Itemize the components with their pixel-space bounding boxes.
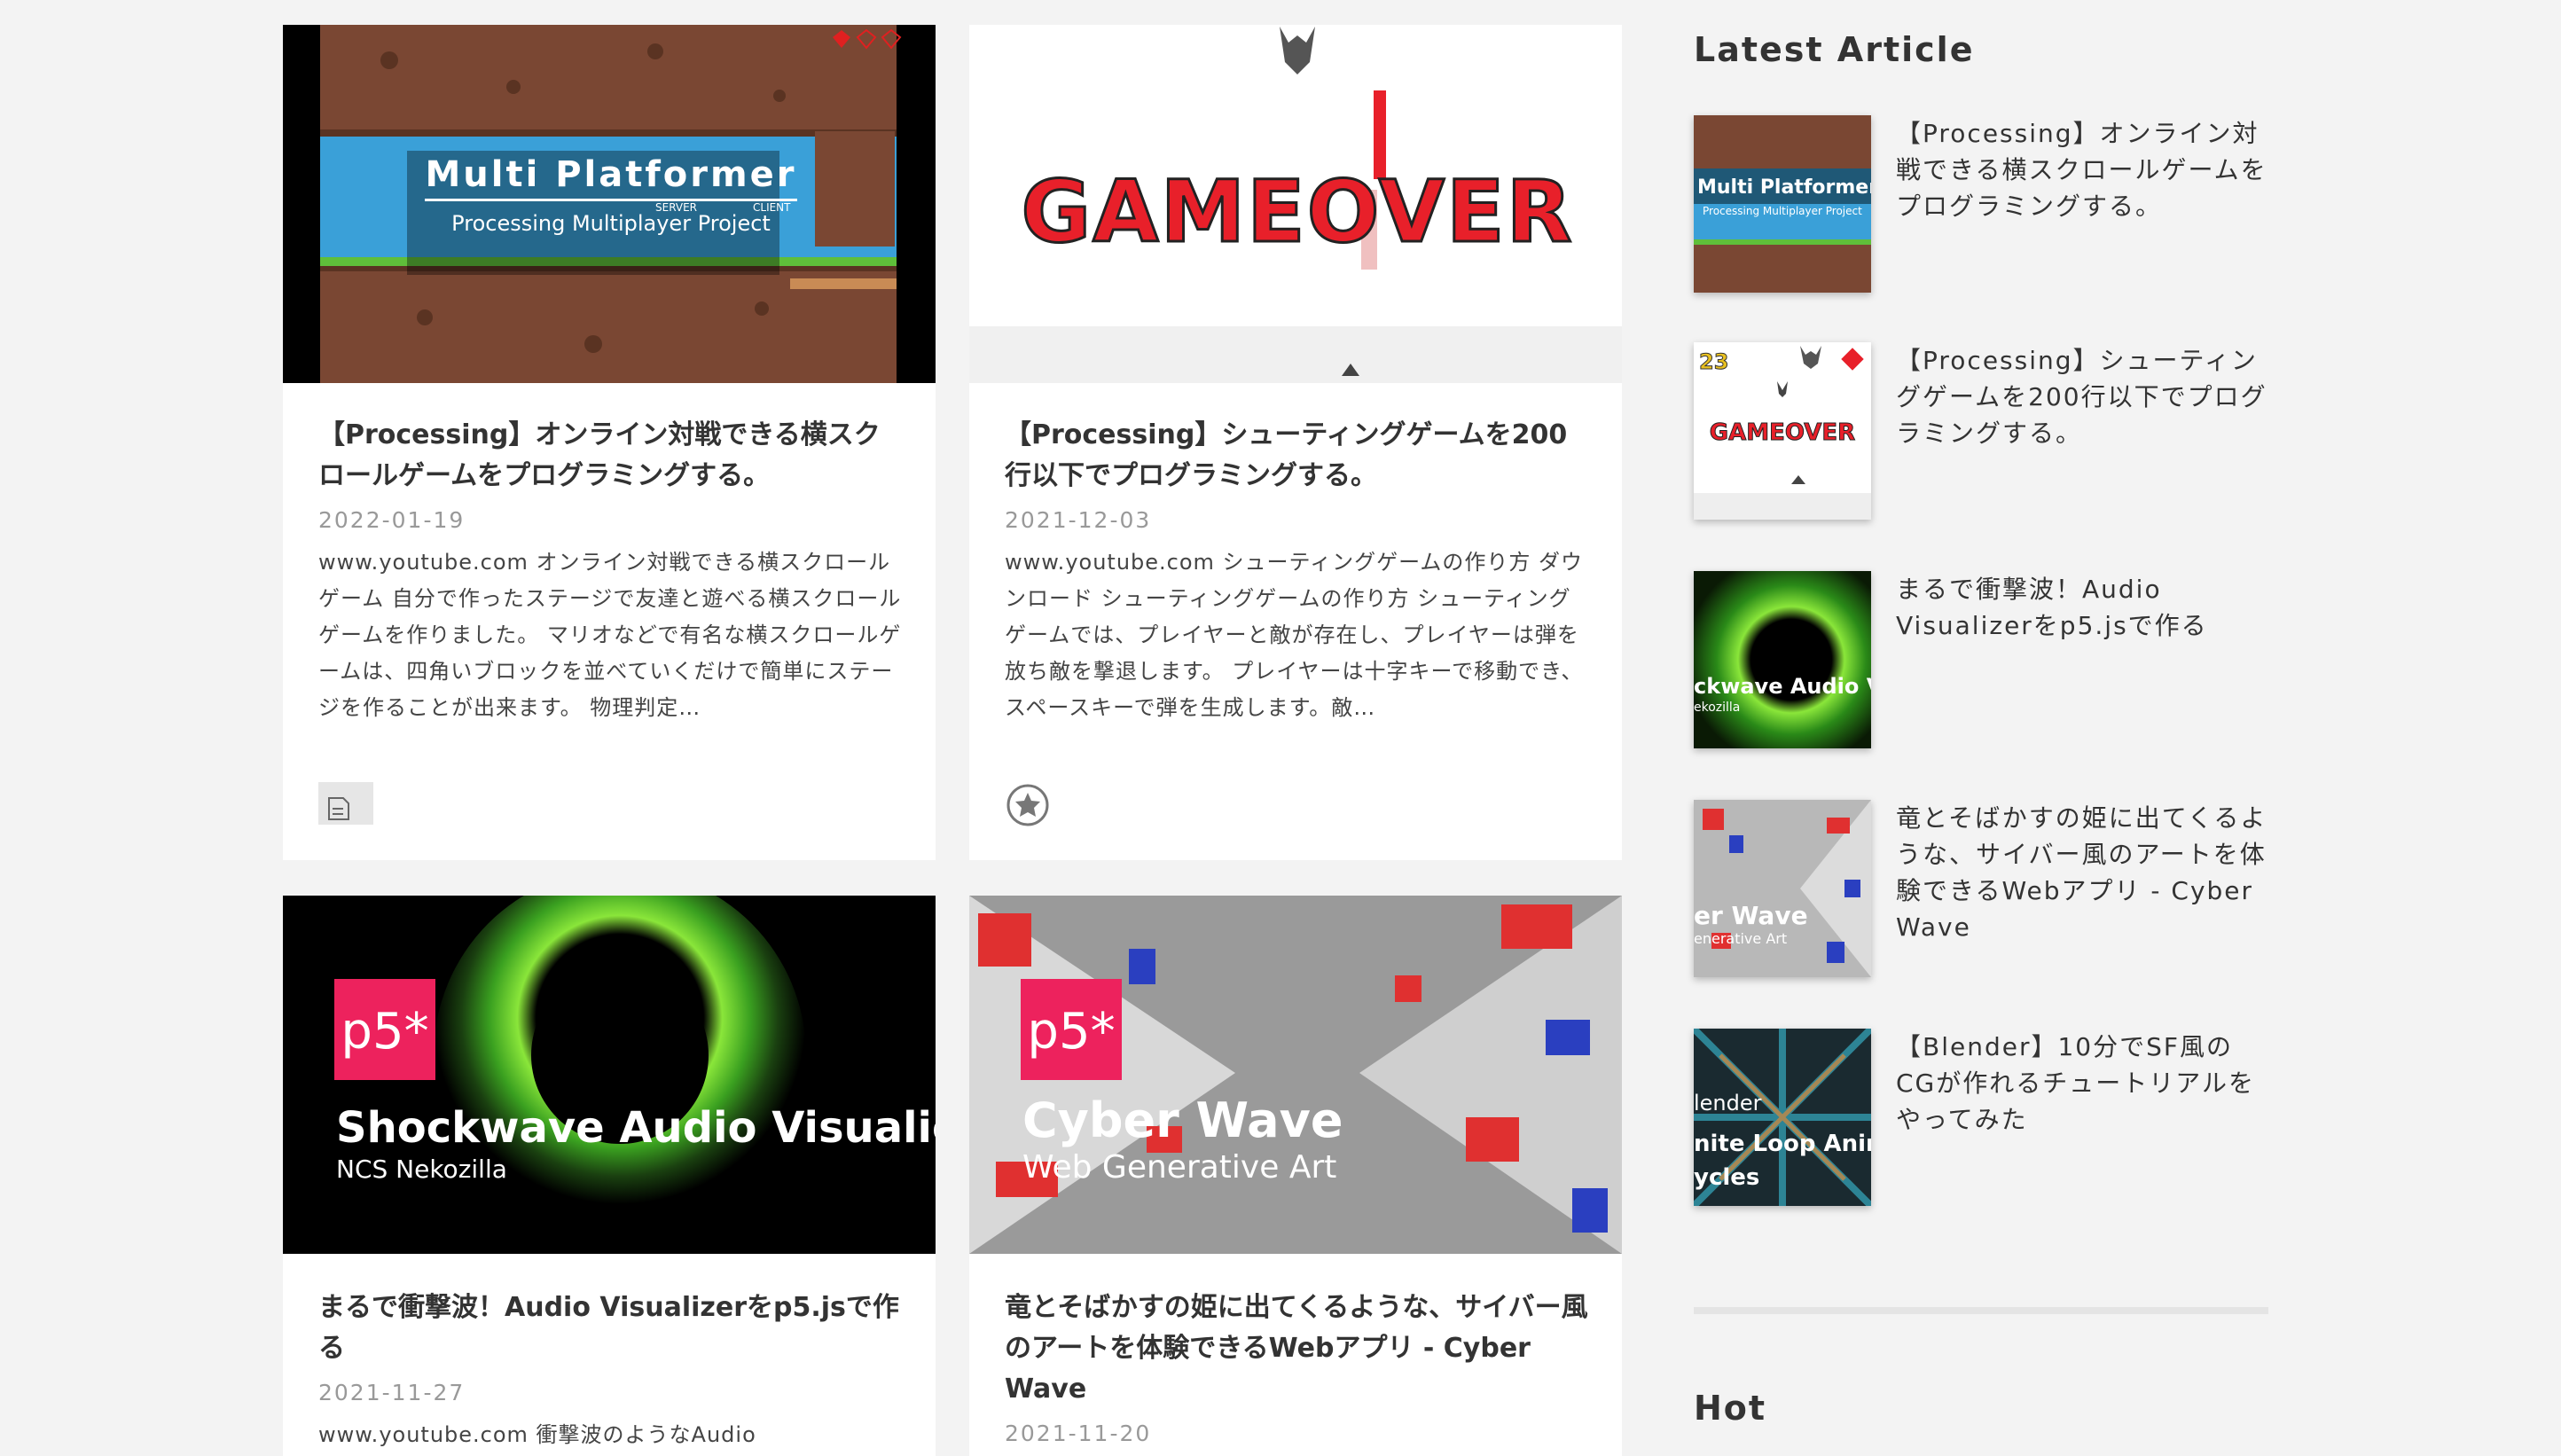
article-card[interactable]: p5* Cyber Wave Web Generative Art 竜とそばかす…: [969, 896, 1622, 1456]
article-title[interactable]: まるで衝撃波！Audio Visualizerをp5.jsで作る: [318, 1288, 904, 1369]
sidebar-article-title[interactable]: 【Blender】10分でSF風のCGが作れるチュートリアルをやってみた: [1896, 1029, 2268, 1138]
sidebar-divider: [1694, 1307, 2268, 1314]
document-icon[interactable]: [318, 782, 373, 825]
thumb-subtitle: ekozilla: [1694, 701, 1740, 715]
thumb-subtitle: nite Loop Anim: [1694, 1131, 1871, 1157]
thumb-subtitle: Web Generative Art: [1022, 1149, 1336, 1186]
sidebar-article[interactable]: lender nite Loop Anim ycles 【Blender】10分…: [1694, 1029, 2270, 1206]
p5-badge-text: p5*: [1027, 1003, 1115, 1061]
sidebar-article-thumbnail[interactable]: Multi Platformer Processing Multiplayer …: [1694, 115, 1871, 293]
article-card[interactable]: GAMEOVER 【Processing】シューティングゲームを200行以下でプ…: [969, 25, 1622, 860]
thumb-title: Shockwave Audio Visualier: [336, 1103, 936, 1153]
sidebar-article-title[interactable]: 竜とそばかすの姫に出てくるような、サイバー風のアートを体験できるWebアプリ -…: [1896, 800, 2268, 945]
article-excerpt: www.youtube.com 衝撃波のようなAudio: [318, 1422, 756, 1447]
article-date: 2022-01-19: [318, 507, 466, 533]
thumb-title: er Wave: [1694, 901, 1808, 930]
sidebar-article-title[interactable]: 【Processing】シューティングゲームを200行以下でプログラミングする。: [1896, 342, 2268, 451]
sidebar-article[interactable]: ckwave Audio Vis ekozilla まるで衝撃波！Audio V…: [1694, 571, 2270, 748]
article-thumbnail[interactable]: GAMEOVER: [969, 25, 1622, 383]
sidebar-article-thumbnail[interactable]: er Wave enerative Art: [1694, 800, 1871, 977]
article-excerpt: www.youtube.com オンライン対戦できる横スクロールゲーム 自分で作…: [318, 550, 902, 720]
thumb-title: Cyber Wave: [1022, 1092, 1343, 1148]
sidebar-article-thumbnail[interactable]: 23 GAMEOVER: [1694, 342, 1871, 520]
sidebar-article-thumbnail[interactable]: lender nite Loop Anim ycles: [1694, 1029, 1871, 1206]
sidebar-article[interactable]: 23 GAMEOVER 【Processing】シューティングゲームを200行以…: [1694, 342, 2270, 520]
thumb-subtitle: NCS Nekozilla: [336, 1155, 507, 1184]
star-icon[interactable]: [1005, 780, 1060, 826]
article-thumbnail[interactable]: Multi Platformer SERVER CLIENT Processin…: [283, 25, 936, 383]
thumb-subtitle-2: ycles: [1694, 1164, 1759, 1191]
article-date: 2021-12-03: [1005, 507, 1152, 533]
article-date: 2021-11-20: [1005, 1421, 1152, 1446]
article-title[interactable]: 竜とそばかすの姫に出てくるような、サイバー風のアートを体験できるWebアプリ -…: [1005, 1288, 1590, 1410]
sidebar-article-title[interactable]: 【Processing】オンライン対戦できる横スクロールゲームをプログラミングす…: [1896, 115, 2268, 224]
thumb-subtitle: Processing Multiplayer Project: [451, 211, 771, 236]
thumb-title: lender: [1694, 1091, 1762, 1115]
sidebar-article[interactable]: Multi Platformer Processing Multiplayer …: [1694, 115, 2270, 293]
article-date: 2021-11-27: [318, 1380, 466, 1405]
sidebar-article-thumbnail[interactable]: ckwave Audio Vis ekozilla: [1694, 571, 1871, 748]
thumb-title: Multi Platformer: [425, 154, 796, 195]
article-thumbnail[interactable]: p5* Cyber Wave Web Generative Art: [969, 896, 1622, 1254]
sidebar-article-title[interactable]: まるで衝撃波！Audio Visualizerをp5.jsで作る: [1896, 571, 2268, 644]
thumb-subtitle: Processing Multiplayer Project: [1703, 205, 1862, 217]
article-thumbnail[interactable]: p5* Shockwave Audio Visualier NCS Nekozi…: [283, 896, 936, 1254]
p5-badge-text: p5*: [341, 1003, 428, 1061]
thumb-title: Multi Platformer: [1697, 176, 1871, 199]
gameover-text: GAMEOVER: [1021, 162, 1573, 262]
thumb-title: ckwave Audio Vis: [1694, 674, 1871, 699]
article-title[interactable]: 【Processing】オンライン対戦できる横スクロールゲームをプログラミングす…: [318, 415, 904, 497]
thumb-subtitle: enerative Art: [1694, 930, 1787, 947]
sidebar-article[interactable]: er Wave enerative Art 竜とそばかすの姫に出てくるような、サ…: [1694, 800, 2270, 977]
latest-article-heading: Latest Article: [1694, 30, 1975, 69]
article-title[interactable]: 【Processing】シューティングゲームを200行以下でプログラミングする。: [1005, 415, 1590, 497]
gameover-text: GAMEOVER: [1710, 419, 1855, 446]
article-card[interactable]: Multi Platformer SERVER CLIENT Processin…: [283, 25, 936, 860]
article-excerpt: www.youtube.com シューティングゲームの作り方 ダウンロード シュ…: [1005, 550, 1584, 720]
thumb-score: 23: [1699, 349, 1728, 374]
article-card[interactable]: p5* Shockwave Audio Visualier NCS Nekozi…: [283, 896, 936, 1456]
hot-heading: Hot: [1694, 1389, 1767, 1428]
